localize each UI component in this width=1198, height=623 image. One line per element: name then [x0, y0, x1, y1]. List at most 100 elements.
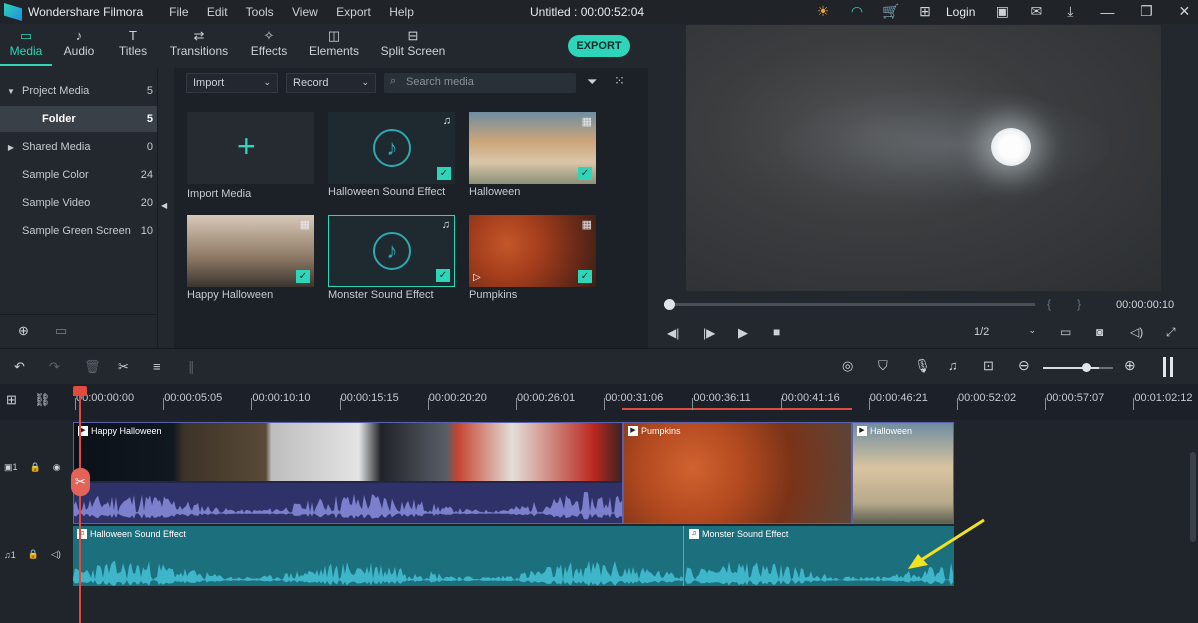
- sidebar-item-sample-color[interactable]: Sample Color 24: [0, 162, 157, 188]
- clip-label: ▶ Pumpkins: [628, 426, 681, 436]
- preview-progress-handle[interactable]: [664, 299, 675, 310]
- sidebar-item-project-media[interactable]: ▼ Project Media 5: [0, 78, 157, 104]
- media-label: Pumpkins: [469, 289, 518, 301]
- mark-out-icon[interactable]: }: [1077, 297, 1081, 311]
- play-icon[interactable]: ▶: [738, 325, 748, 341]
- minimize-icon[interactable]: —: [1087, 4, 1127, 20]
- adjust-icon[interactable]: ≡: [153, 359, 161, 374]
- preview-progress-bar[interactable]: [664, 303, 1035, 306]
- microphone-icon[interactable]: 🎙: [914, 358, 931, 374]
- voiceover-icon[interactable]: ♫: [948, 358, 958, 373]
- menu-file[interactable]: File: [169, 5, 188, 19]
- scissors-icon[interactable]: ✂: [118, 359, 129, 375]
- video-track: ▶ Happy Halloween ▶ Pumpkins ▶ Halloween: [73, 422, 954, 524]
- film-icon: ▦: [299, 219, 310, 231]
- sidebar-item-sample-green-screen[interactable]: Sample Green Screen 10: [0, 218, 157, 244]
- marker-icon[interactable]: ⛉: [878, 358, 888, 374]
- collapse-panel-icon[interactable]: ◀: [161, 201, 167, 210]
- filter-icon[interactable]: ⏷: [587, 74, 597, 90]
- lock-icon[interactable]: 🔒: [30, 462, 41, 473]
- export-button[interactable]: EXPORT: [568, 35, 630, 57]
- mark-in-icon[interactable]: {: [1047, 297, 1051, 311]
- download-icon[interactable]: ⤓: [1053, 3, 1087, 20]
- headset-icon[interactable]: ◠: [840, 3, 874, 20]
- media-tile-pumpkins[interactable]: ▦ ▷ ✓: [469, 215, 596, 287]
- sidebar-item-sample-video[interactable]: Sample Video 20: [0, 190, 157, 216]
- save-icon[interactable]: ▣: [985, 3, 1019, 20]
- cart-icon[interactable]: 🛒: [874, 3, 908, 20]
- playhead[interactable]: [79, 394, 81, 623]
- restore-icon[interactable]: ❐: [1127, 3, 1165, 20]
- menu-edit[interactable]: Edit: [207, 5, 228, 19]
- ruler-tick-mark: [957, 398, 958, 410]
- menu-export[interactable]: Export: [336, 5, 371, 19]
- import-dropdown[interactable]: Import ⌄: [186, 73, 278, 93]
- skip-back-icon[interactable]: ◀|: [667, 326, 679, 340]
- media-tile-halloween-sound[interactable]: ♪ ♫ ✓: [328, 112, 455, 184]
- audio-clip-halloween-sound[interactable]: ♫ Halloween Sound Effect: [73, 526, 684, 586]
- video-track-icon: ▣1: [4, 462, 18, 472]
- render-icon[interactable]: ◎: [842, 358, 853, 374]
- sidebar-item-folder[interactable]: Folder 5: [0, 106, 157, 132]
- snapshot-icon[interactable]: ⊡: [983, 358, 994, 374]
- tab-elements[interactable]: ◫ Elements: [300, 24, 368, 66]
- media-tile-happy-halloween[interactable]: ▦ ✓: [187, 215, 314, 287]
- ruler-tick-label: 00:00:41:16: [781, 392, 840, 404]
- bulb-icon[interactable]: ☀: [806, 3, 840, 20]
- record-dropdown[interactable]: Record ⌄: [286, 73, 376, 93]
- volume-icon[interactable]: ◁): [1130, 325, 1143, 339]
- zoom-slider[interactable]: [1043, 367, 1113, 369]
- camera-icon[interactable]: ◙: [1096, 325, 1103, 339]
- media-tile-monster-sound[interactable]: ♪ ♫ ✓: [328, 215, 455, 287]
- new-folder-icon[interactable]: ⊕: [18, 323, 29, 339]
- redo-icon[interactable]: ↷: [49, 359, 60, 375]
- zoom-slider-handle[interactable]: [1082, 363, 1091, 372]
- close-icon[interactable]: ✕: [1165, 3, 1198, 20]
- link-icon[interactable]: ⛓: [34, 392, 51, 408]
- media-label: Happy Halloween: [187, 289, 274, 301]
- tab-effects[interactable]: ✧ Effects: [238, 24, 300, 66]
- gift-icon[interactable]: ⊞: [908, 3, 942, 20]
- clip-audio-lane: [74, 483, 622, 523]
- grid-view-icon[interactable]: ⁙: [614, 73, 625, 89]
- import-media-tile[interactable]: +: [187, 112, 314, 184]
- zoom-out-icon[interactable]: ⊖: [1018, 357, 1030, 374]
- mail-icon[interactable]: ✉: [1019, 3, 1053, 20]
- pause-bars-icon[interactable]: [1163, 357, 1173, 377]
- tab-titles[interactable]: T Titles: [106, 24, 160, 66]
- fullscreen-icon[interactable]: ⤢: [1166, 325, 1176, 340]
- step-forward-icon[interactable]: |▶: [703, 326, 715, 340]
- timeline-ruler[interactable]: ⊞ ⛓ 00:00:00:00 00:00:05:05 00:00:10:10 00:…: [0, 384, 1198, 420]
- delete-icon[interactable]: 🗑: [84, 359, 101, 375]
- speaker-icon[interactable]: ◁): [51, 549, 61, 560]
- check-icon: ✓: [437, 167, 451, 180]
- timeline-scrollbar[interactable]: [1190, 452, 1196, 542]
- media-tile-halloween[interactable]: ▦ ✓: [469, 112, 596, 184]
- menu-tools[interactable]: Tools: [246, 5, 274, 19]
- eye-icon[interactable]: ◉: [53, 462, 61, 473]
- audio-wave-icon[interactable]: ∥: [188, 359, 195, 375]
- monitor-icon[interactable]: ▭: [1060, 325, 1071, 339]
- undo-icon[interactable]: ↶: [14, 359, 25, 375]
- sidebar-item-shared-media[interactable]: ▶ Shared Media 0: [0, 134, 157, 160]
- quality-dropdown[interactable]: 1/2 ⌄: [968, 323, 1042, 343]
- tab-audio[interactable]: ♪ Audio: [52, 24, 106, 66]
- stop-icon[interactable]: ■: [773, 325, 780, 339]
- add-track-icon[interactable]: ⊞: [6, 392, 17, 408]
- tab-transitions[interactable]: ⇄ Transitions: [160, 24, 238, 66]
- scissors-icon[interactable]: ✂: [71, 468, 90, 496]
- video-clip-pumpkins[interactable]: ▶ Pumpkins: [623, 422, 852, 524]
- folder-icon[interactable]: ▭: [55, 323, 67, 339]
- video-clip-happy-halloween[interactable]: ▶ Happy Halloween: [73, 422, 623, 524]
- login-link[interactable]: Login: [946, 5, 975, 19]
- ruler-tick-label: 00:00:10:10: [252, 392, 311, 404]
- menu-view[interactable]: View: [292, 5, 318, 19]
- ruler-tick-mark: [868, 398, 870, 410]
- search-input[interactable]: ⌕ Search media: [384, 73, 576, 93]
- lock-icon[interactable]: 🔒: [28, 549, 39, 560]
- video-clip-halloween[interactable]: ▶ Halloween: [852, 422, 954, 524]
- zoom-in-icon[interactable]: ⊕: [1124, 357, 1136, 374]
- menu-help[interactable]: Help: [389, 5, 414, 19]
- tab-media[interactable]: ▭ Media: [0, 24, 52, 66]
- tab-split-screen[interactable]: ⊟ Split Screen: [368, 24, 458, 66]
